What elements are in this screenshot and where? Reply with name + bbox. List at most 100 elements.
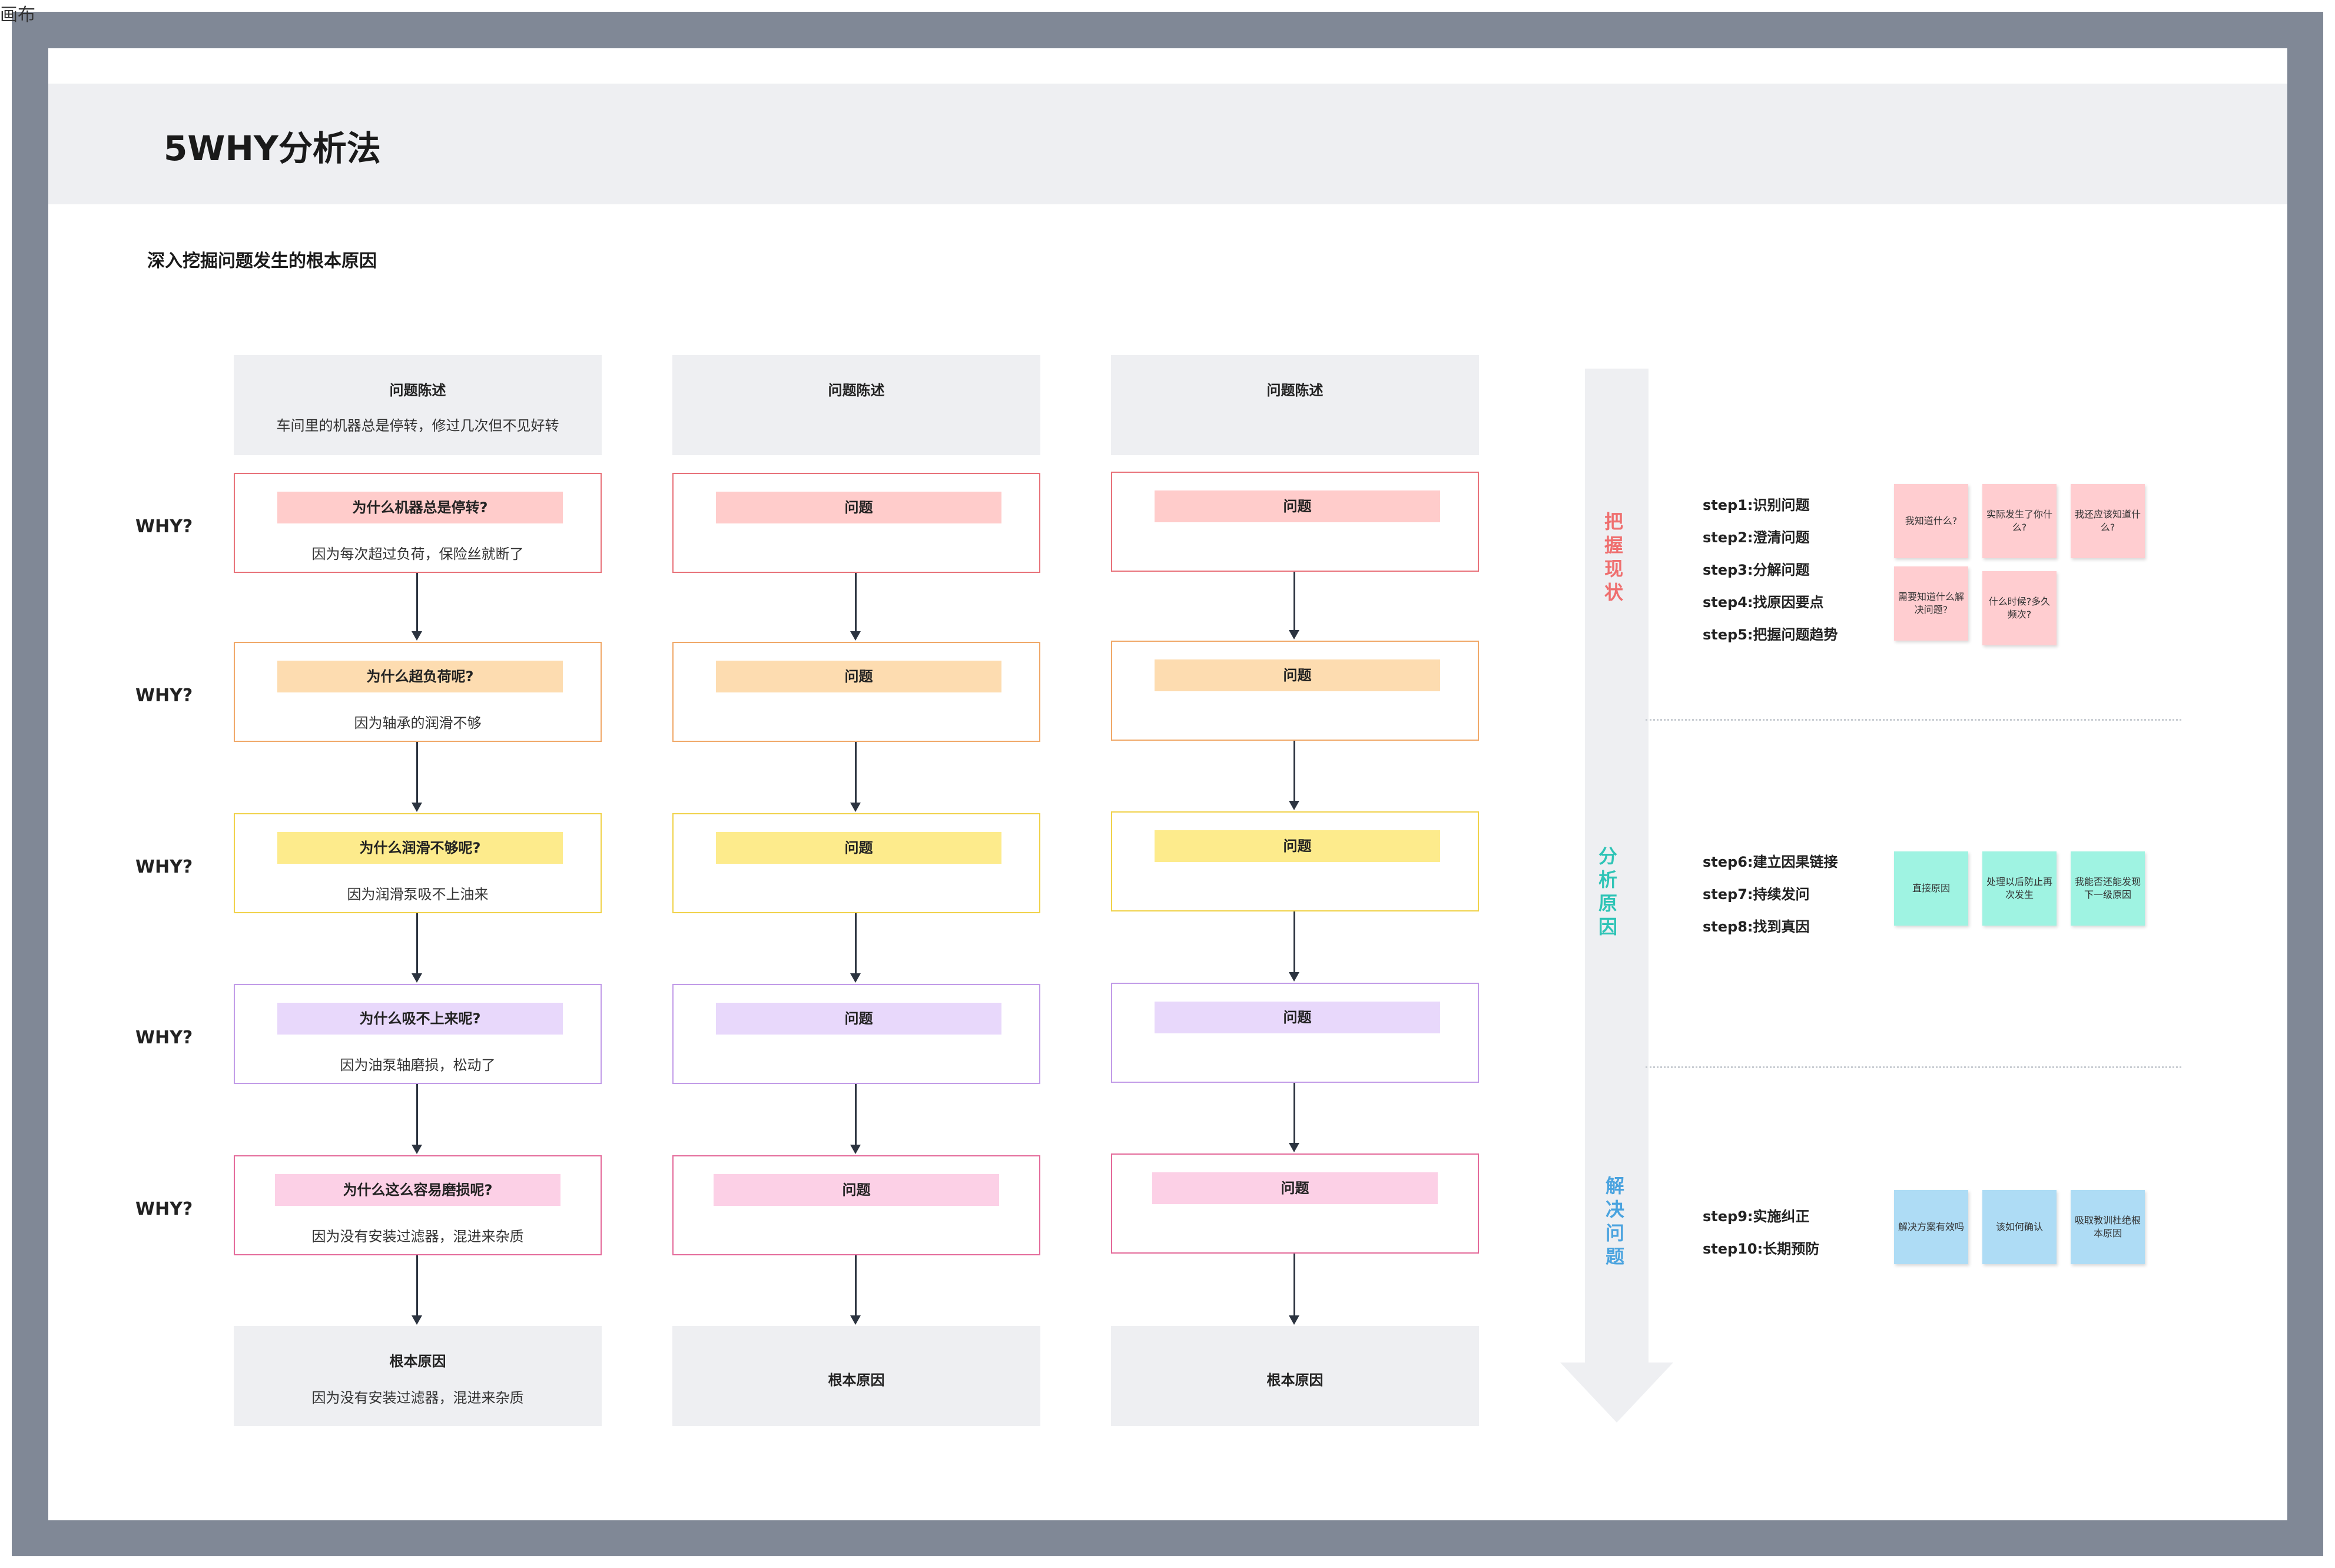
step-item: step6:建立因果链接 xyxy=(1703,854,1838,870)
connector-arrowhead xyxy=(412,803,422,812)
problem-statement-text: 车间里的机器总是停转，修过几次但不见好转 xyxy=(276,417,559,434)
why-box-2-1: 问题 xyxy=(672,473,1040,573)
sticky-note: 处理以后防止再次发生 xyxy=(1982,851,2057,926)
connector-line xyxy=(855,573,857,632)
problem-statement-heading: 问题陈述 xyxy=(828,382,885,399)
connector-arrowhead xyxy=(850,1315,861,1325)
sticky-note: 该如何确认 xyxy=(1982,1190,2057,1264)
why-box-3-3: 问题 xyxy=(1111,811,1479,911)
sticky-note: 实际发生了你什么? xyxy=(1982,484,2057,558)
connector-line xyxy=(416,913,418,974)
connector-arrowhead xyxy=(412,631,422,641)
step-item: step4:找原因要点 xyxy=(1703,594,1824,611)
why-label-4: WHY? xyxy=(135,1027,193,1048)
why-box-2-2: 问题 xyxy=(672,642,1040,742)
why-question: 问题 xyxy=(1152,1172,1438,1204)
root-cause-heading: 根本原因 xyxy=(389,1353,446,1370)
connector-line xyxy=(1293,911,1295,973)
problem-statement-heading: 问题陈述 xyxy=(1266,382,1324,399)
why-answer: 因为轴承的润滑不够 xyxy=(354,715,482,731)
why-label-5: WHY? xyxy=(135,1199,193,1219)
root-cause-heading: 根本原因 xyxy=(1266,1372,1324,1388)
sticky-note: 吸取教训杜绝根本原因 xyxy=(2071,1190,2145,1264)
connector-arrowhead xyxy=(1289,1143,1299,1152)
connector-arrowhead xyxy=(850,973,861,983)
sticky-note: 解决方案有效吗 xyxy=(1894,1190,1968,1264)
step-item: step10:长期预防 xyxy=(1703,1241,1820,1257)
why-box-1-5: 为什么这么容易磨损呢? 因为没有安装过滤器，混进来杂质 xyxy=(234,1155,602,1255)
problem-statement-2: 问题陈述 xyxy=(672,355,1040,455)
why-box-1-1: 为什么机器总是停转? 因为每次超过负荷，保险丝就断了 xyxy=(234,473,602,573)
process-down-arrow xyxy=(1560,369,1673,1423)
canvas-label: 画布 xyxy=(0,5,35,25)
sticky-note: 我知道什么? xyxy=(1894,484,1968,558)
why-answer: 因为没有安装过滤器，混进来杂质 xyxy=(311,1228,524,1245)
sticky-note: 需要知道什么解决问题? xyxy=(1894,566,1968,641)
why-question: 问题 xyxy=(716,832,1001,864)
page-title: 5WHY分析法 xyxy=(164,128,381,168)
section-divider-1 xyxy=(1646,719,2181,721)
why-question: 问题 xyxy=(1155,490,1440,522)
connector-arrowhead xyxy=(1289,972,1299,982)
problem-statement-3: 问题陈述 xyxy=(1111,355,1479,455)
connector-line xyxy=(1293,572,1295,631)
why-question: 问题 xyxy=(714,1174,999,1206)
why-answer: 因为润滑泵吸不上油来 xyxy=(347,886,489,903)
connector-line xyxy=(855,913,857,974)
why-answer: 因为每次超过负荷，保险丝就断了 xyxy=(311,546,524,562)
connector-arrowhead xyxy=(1289,801,1299,810)
connector-line xyxy=(1293,741,1295,802)
connector-arrowhead xyxy=(850,1145,861,1154)
phase-label-2: 分析原因 xyxy=(1598,845,1617,938)
why-box-1-2: 为什么超负荷呢? 因为轴承的润滑不够 xyxy=(234,642,602,742)
why-box-3-5: 问题 xyxy=(1111,1153,1479,1254)
sticky-note: 我还应该知道什么? xyxy=(2071,484,2145,558)
problem-statement-1: 问题陈述 车间里的机器总是停转，修过几次但不见好转 xyxy=(234,355,602,455)
sticky-note: 我能否还能发现下一级原因 xyxy=(2071,851,2145,926)
why-question: 为什么超负荷呢? xyxy=(277,661,563,692)
step-item: step8:找到真因 xyxy=(1703,919,1810,935)
page-subtitle: 深入挖掘问题发生的根本原因 xyxy=(147,251,377,271)
why-question: 为什么吸不上来呢? xyxy=(277,1003,563,1035)
canvas-board xyxy=(48,48,2287,1520)
why-box-2-3: 问题 xyxy=(672,813,1040,913)
connector-arrowhead xyxy=(850,631,861,641)
connector-arrowhead xyxy=(412,1145,422,1154)
why-box-3-2: 问题 xyxy=(1111,641,1479,741)
step-item: step9:实施纠正 xyxy=(1703,1208,1810,1225)
why-question: 为什么机器总是停转? xyxy=(277,492,563,523)
why-question: 问题 xyxy=(716,661,1001,692)
why-box-3-1: 问题 xyxy=(1111,472,1479,572)
why-box-1-3: 为什么润滑不够呢? 因为润滑泵吸不上油来 xyxy=(234,813,602,913)
why-answer: 因为油泵轴磨损，松动了 xyxy=(340,1057,496,1073)
phase-label-3: 解决问题 xyxy=(1605,1175,1624,1268)
why-question: 问题 xyxy=(1155,659,1440,691)
root-cause-3: 根本原因 xyxy=(1111,1326,1479,1426)
connector-arrowhead xyxy=(1289,630,1299,639)
connector-line xyxy=(855,1084,857,1146)
why-box-3-4: 问题 xyxy=(1111,983,1479,1083)
connector-line xyxy=(416,742,418,804)
why-question: 为什么润滑不够呢? xyxy=(277,832,563,864)
root-cause-2: 根本原因 xyxy=(672,1326,1040,1426)
sticky-note: 什么时候?多久频次? xyxy=(1982,571,2057,645)
problem-statement-heading: 问题陈述 xyxy=(389,382,446,399)
section-divider-2 xyxy=(1646,1066,2181,1068)
step-item: step3:分解问题 xyxy=(1703,562,1810,578)
why-question: 问题 xyxy=(716,1003,1001,1035)
sticky-note: 直接原因 xyxy=(1894,851,1968,926)
why-question: 问题 xyxy=(1155,830,1440,862)
root-cause-text: 因为没有安装过滤器，混进来杂质 xyxy=(311,1390,524,1406)
why-box-2-5: 问题 xyxy=(672,1155,1040,1255)
step-item: step1:识别问题 xyxy=(1703,497,1810,513)
why-question: 问题 xyxy=(716,492,1001,523)
why-label-1: WHY? xyxy=(135,516,193,537)
root-cause-heading: 根本原因 xyxy=(828,1372,885,1388)
root-cause-1: 根本原因 因为没有安装过滤器，混进来杂质 xyxy=(234,1326,602,1426)
connector-line xyxy=(1293,1083,1295,1144)
step-item: step5:把握问题趋势 xyxy=(1703,626,1838,643)
connector-line xyxy=(855,1255,857,1317)
connector-arrowhead xyxy=(412,1315,422,1325)
connector-line xyxy=(416,1255,418,1317)
why-label-2: WHY? xyxy=(135,685,193,706)
